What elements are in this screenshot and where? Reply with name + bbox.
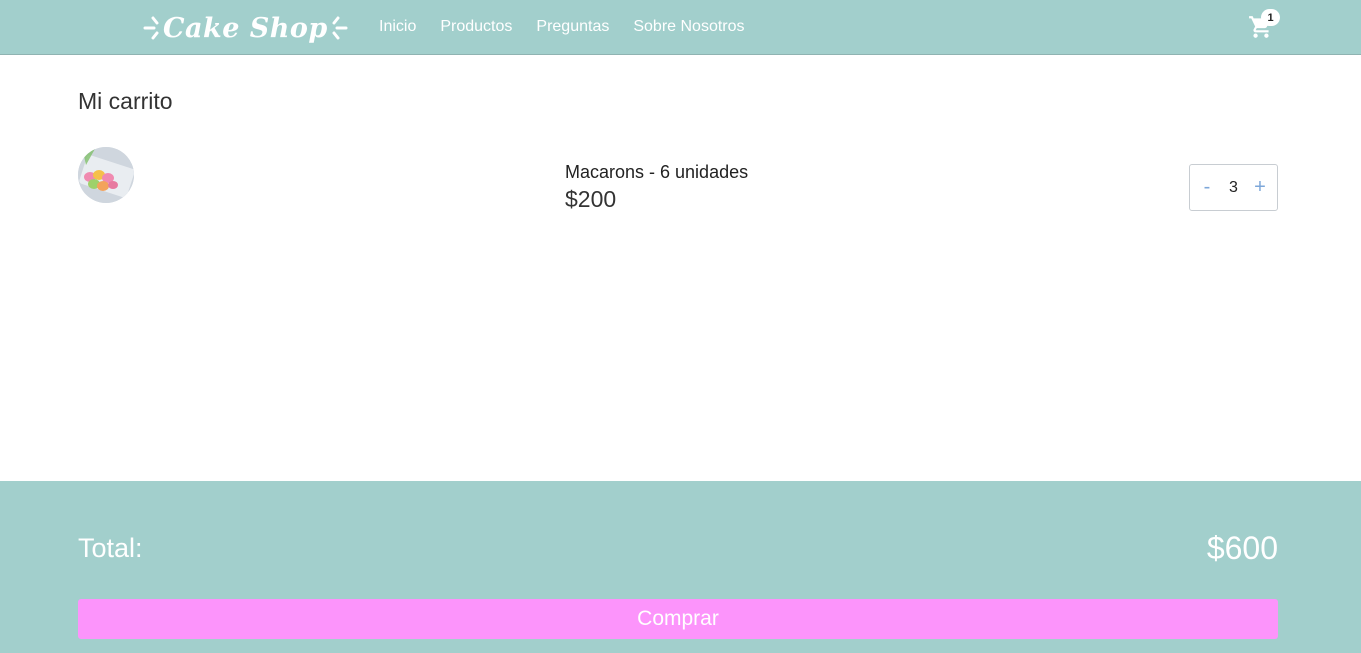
quantity-stepper: - 3 + — [1189, 164, 1278, 211]
nav-link-sobre-nosotros[interactable]: Sobre Nosotros — [633, 18, 744, 36]
brand-logo[interactable]: Cake Shop — [143, 8, 348, 48]
product-thumbnail — [78, 147, 134, 203]
top-navbar: Cake Shop Inicio Productos Preguntas Sob… — [0, 0, 1361, 55]
main-nav: Inicio Productos Preguntas Sobre Nosotro… — [379, 0, 769, 54]
brand-name: Cake Shop — [163, 12, 328, 44]
nav-link-preguntas[interactable]: Preguntas — [536, 18, 609, 36]
macarons-image — [78, 147, 134, 203]
cart-button[interactable]: 1 — [1248, 9, 1282, 42]
buy-button[interactable]: Comprar — [78, 599, 1278, 639]
page-title: Mi carrito — [78, 88, 173, 114]
product-name: Macarons - 6 unidades — [565, 162, 749, 182]
increment-button[interactable]: + — [1251, 176, 1269, 199]
total-label: Total: — [78, 533, 143, 563]
nav-link-productos[interactable]: Productos — [440, 18, 512, 36]
sparkle-left-icon — [143, 16, 159, 40]
product-price: $200 — [565, 186, 617, 212]
decrement-button[interactable]: - — [1198, 176, 1216, 199]
checkout-footer: Total: $600 Comprar — [0, 481, 1361, 653]
nav-link-inicio[interactable]: Inicio — [379, 18, 416, 36]
total-value: $600 — [1206, 530, 1278, 566]
sparkle-right-icon — [332, 16, 348, 40]
cart-count-badge: 1 — [1261, 9, 1280, 26]
quantity-value[interactable]: 3 — [1222, 179, 1246, 197]
